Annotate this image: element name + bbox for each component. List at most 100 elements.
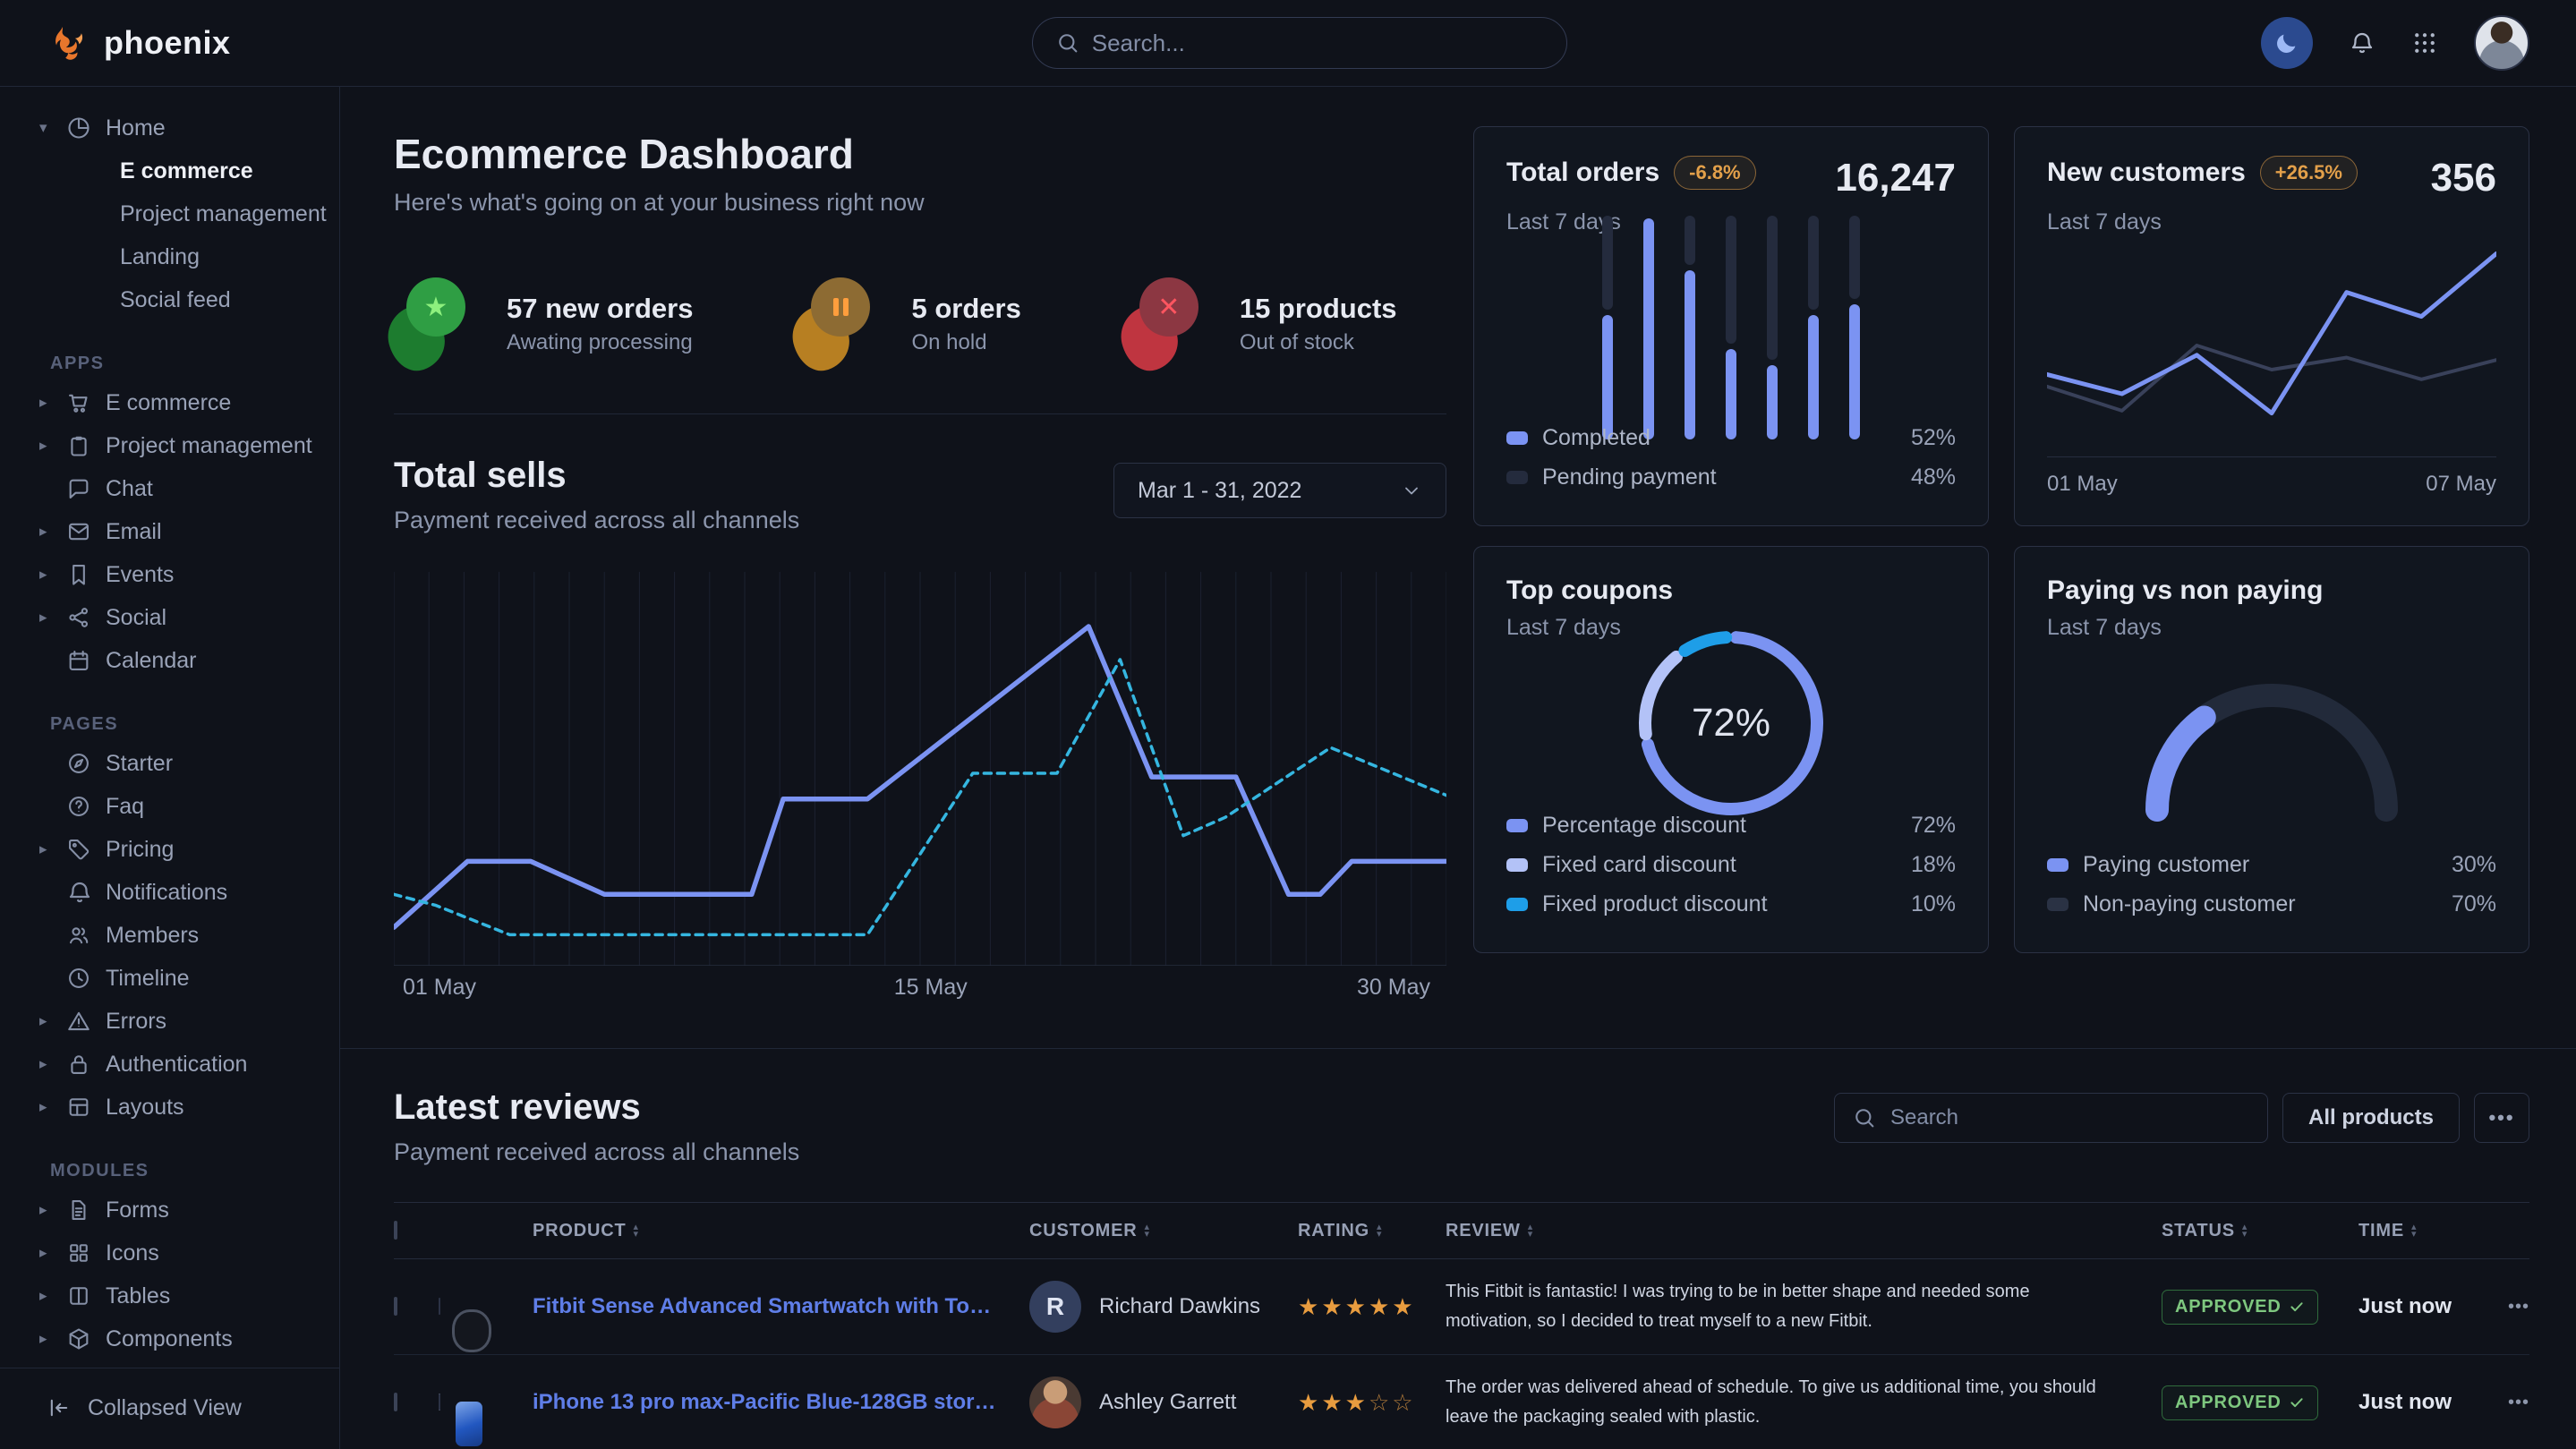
caret-right-icon: ▸	[39, 566, 66, 584]
reviews-table: PRODUCT▴▾ CUSTOMER▴▾ RATING▴▾ REVIEW▴▾ S…	[394, 1202, 2529, 1449]
all-products-filter-button[interactable]: All products	[2282, 1093, 2460, 1143]
product-link[interactable]: iPhone 13 pro max-Pacific Blue-128GB sto…	[533, 1390, 1029, 1415]
sidebar-item-label: Forms	[106, 1198, 169, 1223]
sidebar-item-calendar[interactable]: Calendar	[0, 639, 339, 682]
theme-toggle-button[interactable]	[2261, 17, 2313, 69]
phoenix-flame-icon	[50, 22, 91, 64]
table-row: Fitbit Sense Advanced Smartwatch with To…	[394, 1259, 2529, 1355]
legend-label: Pending payment	[1542, 465, 1717, 490]
global-search-input[interactable]	[1032, 17, 1567, 69]
status-badge: APPROVED	[2162, 1385, 2318, 1420]
reviews-search	[1834, 1093, 2268, 1143]
stat-title: 57 new orders	[507, 293, 693, 325]
legend-row: Non-paying customer 70%	[2047, 884, 2496, 924]
sidebar-item-starter[interactable]: Starter	[0, 742, 339, 785]
sidebar-item-faq[interactable]: Faq	[0, 785, 339, 828]
row-actions-button[interactable]: •••	[2493, 1297, 2529, 1317]
column-header-rating[interactable]: RATING▴▾	[1298, 1221, 1446, 1241]
total-sells-header: Total sells Payment received across all …	[394, 456, 1446, 534]
customer-name: Ashley Garrett	[1099, 1390, 1236, 1415]
reviews-more-button[interactable]: •••	[2474, 1093, 2529, 1143]
sort-icon: ▴▾	[2411, 1223, 2417, 1238]
clock-icon	[66, 966, 106, 991]
row-checkbox[interactable]	[394, 1297, 397, 1316]
search-icon	[1055, 30, 1080, 55]
row-checkbox[interactable]	[394, 1393, 397, 1411]
column-header-customer[interactable]: CUSTOMER▴▾	[1029, 1221, 1298, 1241]
legend-label: Fixed product discount	[1542, 891, 1768, 917]
sidebar-item-chat[interactable]: Chat	[0, 467, 339, 510]
legend-value: 18%	[1911, 852, 1956, 878]
sidebar-item-events[interactable]: ▸ Events	[0, 553, 339, 596]
sidebar-item-authentication[interactable]: ▸Authentication	[0, 1043, 339, 1086]
sidebar-item-notifications[interactable]: Notifications	[0, 871, 339, 914]
sidebar-item-members[interactable]: Members	[0, 914, 339, 957]
moon-icon	[2273, 30, 2300, 56]
product-link[interactable]: Fitbit Sense Advanced Smartwatch with To…	[533, 1294, 1029, 1319]
sidebar-subitem-e-commerce[interactable]: E commerce	[0, 149, 339, 192]
legend-value: 48%	[1911, 465, 1956, 490]
customer-avatar: R	[1029, 1281, 1081, 1333]
reviews-controls: All products •••	[1834, 1093, 2529, 1143]
legend-swatch	[2047, 858, 2068, 872]
sidebar-item-components[interactable]: ▸Components	[0, 1317, 339, 1360]
top-navbar: phoenix	[0, 0, 2576, 87]
sidebar-item-timeline[interactable]: Timeline	[0, 957, 339, 1000]
sidebar-item-label: Home	[106, 115, 166, 141]
star-icon: ★	[424, 292, 448, 323]
legend-label: Non-paying customer	[2083, 891, 2296, 917]
sidebar-item-label: Social	[106, 605, 166, 631]
sidebar-item-layouts[interactable]: ▸Layouts	[0, 1086, 339, 1129]
sidebar-subitem-landing[interactable]: Landing	[0, 235, 339, 278]
sidebar-item-label: Events	[106, 562, 174, 588]
column-header-status[interactable]: STATUS▴▾	[2162, 1221, 2358, 1241]
column-header-product[interactable]: PRODUCT▴▾	[533, 1221, 1029, 1241]
sidebar-subitem-social-feed[interactable]: Social feed	[0, 278, 339, 321]
brand-logo[interactable]: phoenix	[50, 22, 231, 64]
caret-right-icon: ▸	[39, 1055, 66, 1073]
bookmark-icon	[66, 562, 106, 587]
total-sells-title: Total sells	[394, 456, 799, 496]
share-icon	[66, 605, 106, 630]
sidebar-item-errors[interactable]: ▸Errors	[0, 1000, 339, 1043]
sidebar-item-pricing[interactable]: ▸Pricing	[0, 828, 339, 871]
collapsed-view-button[interactable]: Collapsed View	[47, 1386, 339, 1429]
caret-right-icon: ▸	[39, 1287, 66, 1305]
row-actions-button[interactable]: •••	[2493, 1393, 2529, 1413]
sidebar-item-social[interactable]: ▸Social	[0, 596, 339, 639]
sidebar-item-project-management[interactable]: ▸Project management	[0, 424, 339, 467]
stat-badge-icon: ✕	[1127, 277, 1213, 371]
notifications-button[interactable]	[2349, 30, 2376, 56]
reviews-search-input[interactable]	[1834, 1093, 2268, 1143]
user-avatar[interactable]	[2474, 15, 2529, 71]
sidebar-item-email[interactable]: ▸Email	[0, 510, 339, 553]
sidebar-item-label: Components	[106, 1326, 233, 1352]
select-all-checkbox[interactable]	[394, 1221, 397, 1240]
table-row: iPhone 13 pro max-Pacific Blue-128GB sto…	[394, 1355, 2529, 1449]
sidebar-item-tables[interactable]: ▸Tables	[0, 1274, 339, 1317]
column-header-label: STATUS	[2162, 1221, 2235, 1241]
page-title: Ecommerce Dashboard	[394, 130, 1446, 178]
sidebar-item-home[interactable]: ▾Home	[0, 107, 339, 149]
legend-row: Paying customer 30%	[2047, 845, 2496, 884]
column-header-review[interactable]: REVIEW▴▾	[1446, 1221, 2162, 1241]
column-header-time[interactable]: TIME▴▾	[2358, 1221, 2493, 1241]
sort-icon: ▴▾	[634, 1223, 639, 1238]
apps-menu-button[interactable]	[2411, 30, 2438, 56]
new-customers-x-axis: 01 May 07 May	[2047, 456, 2496, 497]
sidebar-item-icons[interactable]: ▸Icons	[0, 1232, 339, 1274]
grid9-icon	[2411, 30, 2438, 56]
sidebar-item-forms[interactable]: ▸Forms	[0, 1189, 339, 1232]
legend-swatch	[1506, 819, 1528, 832]
grid-icon	[66, 1240, 106, 1266]
sidebar-item-e-commerce[interactable]: ▸E commerce	[0, 381, 339, 424]
date-range-select[interactable]: Mar 1 - 31, 2022	[1113, 463, 1446, 518]
app-root: phoenix ▾HomeE commerceProject managemen…	[0, 0, 2576, 1449]
sidebar-item-label: Pricing	[106, 837, 174, 863]
order-bar	[1767, 214, 1778, 439]
reviews-table-header: PRODUCT▴▾ CUSTOMER▴▾ RATING▴▾ REVIEW▴▾ S…	[394, 1202, 2529, 1259]
status-badge: APPROVED	[2162, 1290, 2318, 1325]
new-customers-card: New customers +26.5% 356 Last 7 days 01 …	[2014, 126, 2529, 526]
stat-badge-icon: ★	[394, 277, 480, 371]
sidebar-subitem-project-management[interactable]: Project management	[0, 192, 339, 235]
